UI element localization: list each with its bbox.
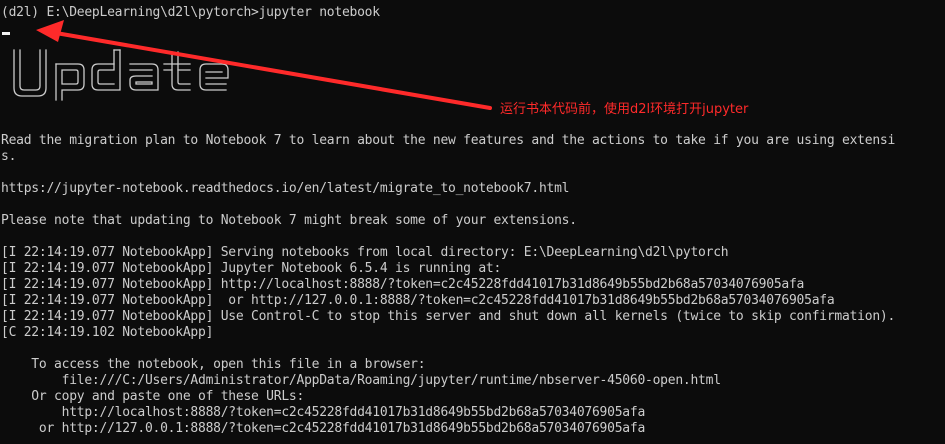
log-line: [I 22:14:19.077 NotebookApp] Use Control… [1, 309, 896, 324]
localhost-url-line: http://localhost:8888/?token=c2c45228fdd… [1, 405, 646, 420]
docs-url-line: https://jupyter-notebook.readthedocs.io/… [1, 181, 570, 196]
annotation-label: 运行书本代码前，使用d2l环境打开jupyter [500, 102, 749, 117]
log-line: [I 22:14:19.077 NotebookApp] http://loca… [1, 277, 805, 292]
migration-notice-line-wrap: s. [1, 149, 17, 164]
extension-warning-line: Please note that updating to Notebook 7 … [1, 213, 577, 228]
update-banner [13, 49, 229, 101]
loopback-url-line: or http://127.0.0.1:8888/?token=c2c45228… [1, 421, 646, 436]
terminal-window[interactable]: (d2l) E:\DeepLearning\d2l\pytorch>jupyte… [0, 0, 945, 444]
text-cursor [2, 32, 10, 35]
log-line: [I 22:14:19.077 NotebookApp] or http://1… [1, 293, 835, 308]
command-prompt-line: (d2l) E:\DeepLearning\d2l\pytorch>jupyte… [1, 5, 380, 20]
access-instructions-line: Or copy and paste one of these URLs: [1, 389, 305, 404]
log-line: [C 22:14:19.102 NotebookApp] [1, 325, 214, 340]
notebook-file-url-line: file:///C:/Users/Administrator/AppData/R… [1, 373, 721, 388]
migration-notice-line: Read the migration plan to Notebook 7 to… [1, 133, 896, 148]
log-line: [I 22:14:19.077 NotebookApp] Jupyter Not… [1, 261, 502, 276]
access-instructions-line: To access the notebook, open this file i… [1, 357, 426, 372]
log-line: [I 22:14:19.077 NotebookApp] Serving not… [1, 245, 729, 260]
